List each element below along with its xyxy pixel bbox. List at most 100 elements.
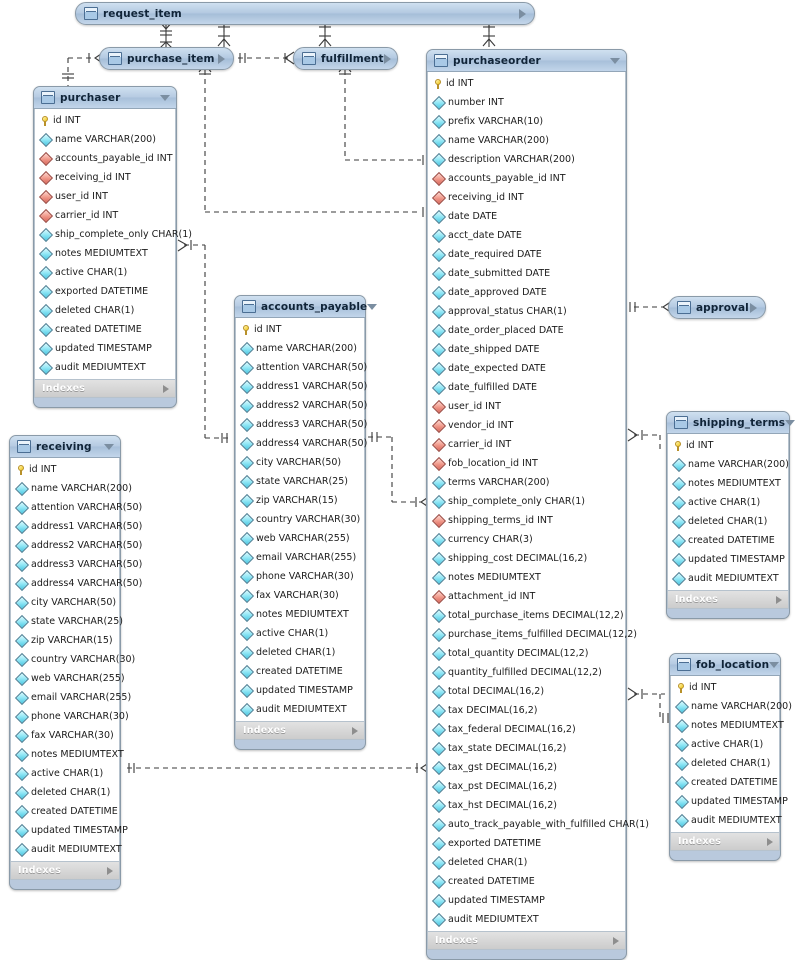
chevron-right-icon[interactable] bbox=[613, 936, 619, 945]
table-receiving[interactable]: receiving id INT name VARCHAR(200) attenti… bbox=[9, 435, 142, 890]
column-row[interactable]: address2 VARCHAR(50) bbox=[11, 536, 142, 555]
column-row[interactable]: address4 VARCHAR(50) bbox=[236, 434, 367, 453]
column-row[interactable]: created DATETIME bbox=[668, 531, 788, 550]
chevron-right-icon[interactable] bbox=[519, 8, 526, 19]
chevron-right-icon[interactable] bbox=[218, 53, 225, 64]
table-purchase_item[interactable]: purchase_item bbox=[99, 47, 234, 70]
indexes-row[interactable]: Indexes bbox=[235, 721, 365, 740]
column-row[interactable]: date_expected DATE bbox=[428, 359, 625, 378]
column-row[interactable]: active CHAR(1) bbox=[236, 624, 364, 643]
column-row[interactable]: deleted CHAR(1) bbox=[671, 754, 779, 773]
column-row[interactable]: carrier_id INT bbox=[428, 435, 625, 454]
column-row[interactable]: total_purchase_items DECIMAL(12,2) bbox=[428, 606, 625, 625]
column-row[interactable]: created DATETIME bbox=[428, 872, 625, 891]
column-row[interactable]: active CHAR(1) bbox=[668, 493, 788, 512]
chevron-right-icon[interactable] bbox=[352, 726, 358, 735]
chevron-right-icon[interactable] bbox=[383, 53, 391, 64]
column-row[interactable]: notes MEDIUMTEXT bbox=[236, 605, 364, 624]
column-row[interactable]: date_approved DATE bbox=[428, 283, 625, 302]
column-row[interactable]: carrier_id INT bbox=[35, 206, 175, 225]
column-row[interactable]: email VARCHAR(255) bbox=[11, 688, 131, 707]
column-row[interactable]: tax_federal DECIMAL(16,2) bbox=[428, 720, 625, 739]
chevron-right-icon[interactable] bbox=[767, 837, 773, 846]
column-row[interactable]: exported DATETIME bbox=[428, 834, 625, 853]
column-row[interactable]: name VARCHAR(200) bbox=[428, 131, 625, 150]
column-row[interactable]: tax_pst DECIMAL(16,2) bbox=[428, 777, 625, 796]
chevron-down-icon[interactable] bbox=[104, 443, 114, 450]
column-row[interactable]: exported DATETIME bbox=[35, 282, 175, 301]
chevron-down-icon[interactable] bbox=[367, 303, 378, 310]
column-row[interactable]: date_submitted DATE bbox=[428, 264, 625, 283]
column-row[interactable]: active CHAR(1) bbox=[11, 764, 119, 783]
column-row[interactable]: address3 VARCHAR(50) bbox=[236, 415, 367, 434]
table-fob_location[interactable]: fob_location id INT name VARCHAR(200) note… bbox=[669, 653, 792, 861]
indexes-row[interactable]: Indexes bbox=[10, 861, 120, 880]
column-row[interactable]: purchase_items_fulfilled DECIMAL(12,2) bbox=[428, 625, 637, 644]
column-row[interactable]: country VARCHAR(30) bbox=[236, 510, 364, 529]
column-row[interactable]: deleted CHAR(1) bbox=[35, 301, 175, 320]
column-row[interactable]: created DATETIME bbox=[11, 802, 119, 821]
column-row[interactable]: state VARCHAR(25) bbox=[236, 472, 364, 491]
table-purchaseorder[interactable]: purchaseorder id INT number INT prefix VAR… bbox=[426, 49, 649, 960]
table-accounts_payable[interactable]: accounts_payable id INT name VARCHAR(200)… bbox=[234, 295, 378, 750]
column-row[interactable]: audit MEDIUMTEXT bbox=[668, 569, 788, 588]
column-row[interactable]: ship_complete_only CHAR(1) bbox=[35, 225, 192, 244]
table-header[interactable]: fob_location bbox=[670, 654, 780, 676]
column-row[interactable]: audit MEDIUMTEXT bbox=[671, 811, 782, 830]
column-row[interactable]: tax_hst DECIMAL(16,2) bbox=[428, 796, 625, 815]
column-row[interactable]: total DECIMAL(16,2) bbox=[428, 682, 625, 701]
table-purchaser[interactable]: purchaser id INT name VARCHAR(200) account… bbox=[33, 86, 192, 408]
column-row[interactable]: date_required DATE bbox=[428, 245, 625, 264]
column-row[interactable]: address1 VARCHAR(50) bbox=[11, 517, 142, 536]
chevron-right-icon[interactable] bbox=[750, 302, 757, 313]
column-row[interactable]: prefix VARCHAR(10) bbox=[428, 112, 625, 131]
column-row[interactable]: acct_date DATE bbox=[428, 226, 625, 245]
column-row[interactable]: deleted CHAR(1) bbox=[428, 853, 625, 872]
column-row[interactable]: name VARCHAR(200) bbox=[671, 697, 792, 716]
column-row[interactable]: name VARCHAR(200) bbox=[11, 479, 132, 498]
chevron-down-icon[interactable] bbox=[160, 94, 170, 101]
column-row[interactable]: currency CHAR(3) bbox=[428, 530, 625, 549]
column-row[interactable]: vendor_id INT bbox=[428, 416, 625, 435]
indexes-row[interactable]: Indexes bbox=[670, 832, 780, 851]
chevron-right-icon[interactable] bbox=[107, 866, 113, 875]
table-header[interactable]: receiving bbox=[10, 436, 120, 458]
column-row[interactable]: id INT bbox=[671, 678, 779, 697]
column-row[interactable]: address3 VARCHAR(50) bbox=[11, 555, 142, 574]
column-row[interactable]: notes MEDIUMTEXT bbox=[11, 745, 124, 764]
column-row[interactable]: user_id INT bbox=[35, 187, 175, 206]
column-row[interactable]: audit MEDIUMTEXT bbox=[11, 840, 122, 859]
column-row[interactable]: address2 VARCHAR(50) bbox=[236, 396, 367, 415]
table-shipping_terms[interactable]: shipping_terms id INT name VARCHAR(200) no… bbox=[666, 411, 796, 619]
column-row[interactable]: deleted CHAR(1) bbox=[11, 783, 119, 802]
column-row[interactable]: ship_complete_only CHAR(1) bbox=[428, 492, 625, 511]
column-row[interactable]: email VARCHAR(255) bbox=[236, 548, 364, 567]
column-row[interactable]: shipping_terms_id INT bbox=[428, 511, 625, 530]
column-row[interactable]: date DATE bbox=[428, 207, 625, 226]
table-fulfillment[interactable]: fulfillment bbox=[293, 47, 398, 70]
column-row[interactable]: id INT bbox=[236, 320, 364, 339]
table-approval[interactable]: approval bbox=[668, 296, 766, 319]
column-row[interactable]: tax DECIMAL(16,2) bbox=[428, 701, 625, 720]
column-row[interactable]: notes MEDIUMTEXT bbox=[35, 244, 175, 263]
column-row[interactable]: active CHAR(1) bbox=[671, 735, 779, 754]
column-row[interactable]: city VARCHAR(50) bbox=[11, 593, 119, 612]
column-row[interactable]: attachment_id INT bbox=[428, 587, 625, 606]
indexes-row[interactable]: Indexes bbox=[34, 379, 176, 398]
column-row[interactable]: address1 VARCHAR(50) bbox=[236, 377, 367, 396]
table-request_item[interactable]: request_item bbox=[75, 2, 535, 25]
column-row[interactable]: created DATETIME bbox=[671, 773, 779, 792]
column-row[interactable]: updated TIMESTAMP bbox=[428, 891, 625, 910]
column-row[interactable]: name VARCHAR(200) bbox=[35, 130, 175, 149]
column-row[interactable]: approval_status CHAR(1) bbox=[428, 302, 625, 321]
indexes-row[interactable]: Indexes bbox=[427, 931, 626, 950]
chevron-down-icon[interactable] bbox=[785, 419, 796, 426]
column-row[interactable]: tax_state DECIMAL(16,2) bbox=[428, 739, 625, 758]
column-row[interactable]: web VARCHAR(255) bbox=[236, 529, 364, 548]
column-row[interactable]: created DATETIME bbox=[236, 662, 364, 681]
column-row[interactable]: updated TIMESTAMP bbox=[668, 550, 788, 569]
column-row[interactable]: phone VARCHAR(30) bbox=[11, 707, 129, 726]
column-row[interactable]: audit MEDIUMTEXT bbox=[236, 700, 364, 719]
column-row[interactable]: auto_track_payable_with_fulfilled CHAR(1… bbox=[428, 815, 649, 834]
chevron-right-icon[interactable] bbox=[776, 595, 782, 604]
